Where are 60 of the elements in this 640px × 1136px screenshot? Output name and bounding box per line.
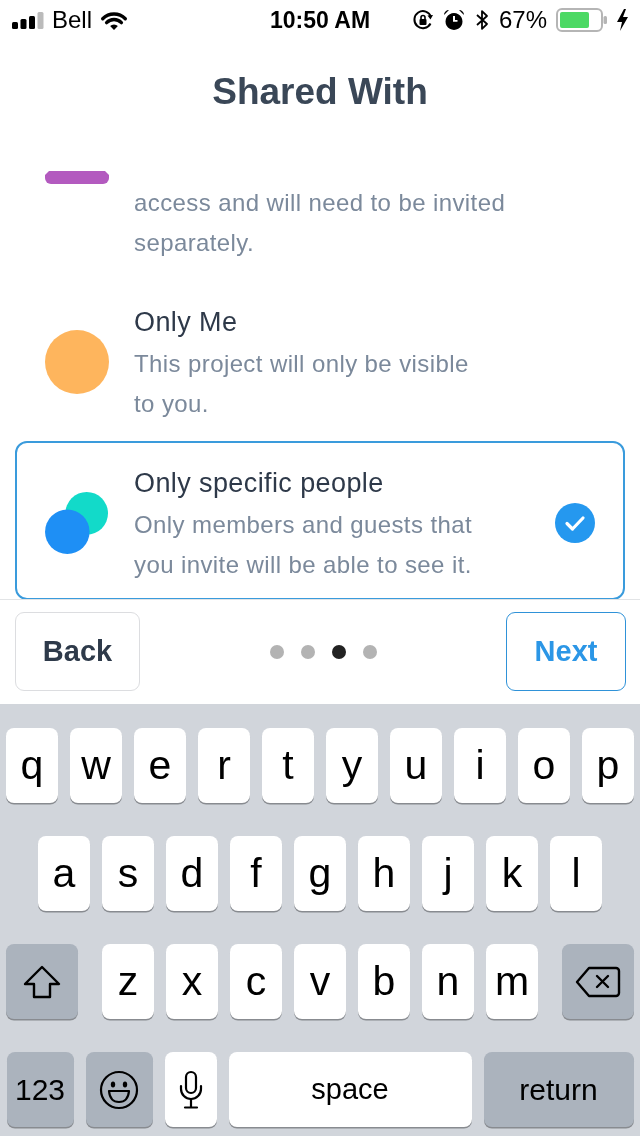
- keyboard-key[interactable]: x: [166, 944, 218, 1019]
- circle-icon: [45, 330, 109, 394]
- sharing-option[interactable]: Only specific people Only members and guests that you invite will be able to see it.: [15, 441, 625, 599]
- screen-title: Shared With: [211, 70, 429, 114]
- numbers-key[interactable]: 123: [6, 1052, 74, 1127]
- microphone-key[interactable]: [164, 1052, 217, 1127]
- keyboard-key[interactable]: l: [550, 836, 602, 911]
- status-time: 10:50 AM: [269, 6, 371, 34]
- microphone-icon: [178, 1069, 203, 1110]
- two-circles-icon: [45, 492, 109, 554]
- keyboard-key[interactable]: p: [582, 728, 634, 803]
- back-button[interactable]: Back: [15, 612, 140, 691]
- shift-icon: [23, 964, 61, 999]
- shift-key[interactable]: [6, 944, 78, 1019]
- keyboard-key[interactable]: q: [6, 728, 58, 803]
- option-description: This project will only be visible to you.: [134, 349, 470, 419]
- alarm-clock-icon: [442, 9, 465, 31]
- option-description: Only members and guests that you invite will be able to see it.: [134, 510, 474, 580]
- option-title: Only Me: [134, 306, 239, 339]
- bar-icon: [45, 171, 109, 184]
- option-title: Only specific people: [134, 467, 385, 500]
- carrier-name: Bell: [52, 6, 93, 34]
- keyboard-key[interactable]: z: [102, 944, 154, 1019]
- smiley-icon: [99, 1069, 139, 1110]
- charging-bolt-icon: [617, 9, 628, 31]
- wifi-icon: [100, 9, 129, 31]
- keyboard-key[interactable]: m: [486, 944, 538, 1019]
- keyboard-key[interactable]: s: [102, 836, 154, 911]
- rotation-lock-icon: [411, 9, 434, 31]
- space-key[interactable]: space: [228, 1052, 472, 1127]
- battery-percent: 67%: [498, 6, 547, 34]
- keyboard-key[interactable]: i: [454, 728, 506, 803]
- keyboard-key[interactable]: g: [294, 836, 346, 911]
- keyboard-key[interactable]: y: [326, 728, 378, 803]
- sharing-option[interactable]: access and will need to be invited separately.: [15, 171, 625, 278]
- keyboard-key[interactable]: h: [358, 836, 410, 911]
- sharing-option[interactable]: Only Me This project will only be visible to you.: [15, 280, 625, 439]
- battery-icon: [556, 8, 608, 32]
- keyboard-key[interactable]: w: [70, 728, 122, 803]
- keyboard-key[interactable]: u: [390, 728, 442, 803]
- keyboard-key[interactable]: o: [518, 728, 570, 803]
- signal-icon: [12, 11, 44, 29]
- keyboard-key[interactable]: t: [262, 728, 314, 803]
- keyboard-key[interactable]: e: [134, 728, 186, 803]
- keyboard-key[interactable]: a: [38, 836, 90, 911]
- delete-key[interactable]: [562, 944, 634, 1019]
- keyboard-key[interactable]: c: [230, 944, 282, 1019]
- keyboard-key[interactable]: k: [486, 836, 538, 911]
- keyboard-key[interactable]: n: [422, 944, 474, 1019]
- return-key[interactable]: return: [483, 1052, 634, 1127]
- keyboard-key[interactable]: j: [422, 836, 474, 911]
- backspace-icon: [575, 965, 621, 998]
- emoji-key[interactable]: [85, 1052, 153, 1127]
- keyboard-key[interactable]: r: [198, 728, 250, 803]
- keyboard-key[interactable]: d: [166, 836, 218, 911]
- keyboard-key[interactable]: f: [230, 836, 282, 911]
- keyboard-key[interactable]: b: [358, 944, 410, 1019]
- checkmark-icon: [555, 503, 595, 543]
- keyboard-key[interactable]: v: [294, 944, 346, 1019]
- option-description: access and will need to be invited separately.: [134, 188, 507, 258]
